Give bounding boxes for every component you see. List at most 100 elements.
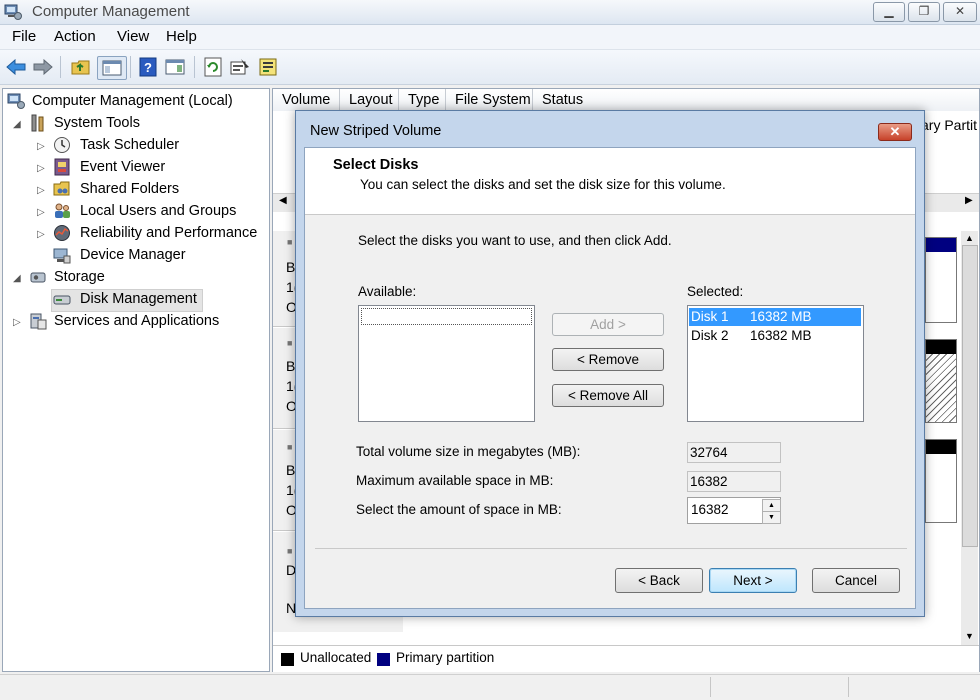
scroll-right-icon[interactable]: ▶ [965,195,973,206]
forward-button[interactable] [32,56,54,78]
console-tree: Computer Management (Local) ◢ System Too… [2,88,270,672]
scroll-thumb[interactable] [962,245,978,547]
disk-name: Disk 1 [691,309,729,324]
computer-management-icon [4,4,22,20]
collapsed-arrow-icon[interactable]: ▷ [37,185,45,196]
device-manager-icon [53,248,71,264]
disk-size: 16382 MB [750,328,812,343]
action-pane-icon [165,59,185,75]
wizard-page-title: Select Disks [333,157,419,173]
back-button[interactable] [5,56,27,78]
show-hide-console-tree-button[interactable] [97,56,127,80]
export-list-button[interactable] [258,56,280,78]
scroll-up-icon[interactable]: ▲ [965,233,974,243]
remove-button[interactable]: < Remove [552,348,664,371]
tree-item-label: Services and Applications [54,313,220,329]
spin-down-button[interactable]: ▼ [762,511,781,524]
close-window-button[interactable]: ✕ [943,2,977,22]
disk-info-cell[interactable]: ■ B 1( O [273,430,298,531]
dialog-close-button[interactable]: ✕ [878,123,912,141]
help-button[interactable]: ? [137,56,159,78]
status-bar [0,674,980,700]
collapsed-arrow-icon[interactable]: ▷ [13,317,21,328]
cancel-button[interactable]: Cancel [812,568,900,593]
up-one-level-button[interactable] [70,56,92,78]
show-action-pane-button[interactable] [164,56,186,78]
remove-all-button[interactable]: < Remove All [552,384,664,407]
amount-space-input[interactable]: 16382 [691,502,729,517]
toolbar: ? [0,50,980,85]
status-divider [710,677,711,697]
window-title: Computer Management [32,3,190,20]
disk-label: B [286,259,296,275]
title-bar: Computer Management ▁ ❐ ✕ [0,0,980,25]
collapsed-arrow-icon[interactable]: ▷ [37,163,45,174]
refresh-icon [204,57,222,77]
total-size-label: Total volume size in megabytes (MB): [356,444,581,459]
instruction-text: Select the disks you want to use, and th… [358,233,672,248]
legend-primary-partition: Primary partition [396,650,495,665]
next-button[interactable]: Next > [709,568,797,593]
legend-unallocated: Unallocated [300,650,372,665]
refresh-button[interactable] [202,56,224,78]
max-space-value: 16382 [687,471,781,492]
list-focus-rect [361,308,532,325]
tree-item-label: Local Users and Groups [80,203,237,219]
column-header-type[interactable]: Type [399,89,446,111]
tools-icon [31,114,44,132]
spin-up-icon: ▲ [768,502,775,509]
column-header-status[interactable]: Status [533,89,979,111]
disk-info-cell[interactable]: ■ B 1( O [273,328,298,429]
amount-space-label: Select the amount of space in MB: [356,502,562,517]
storage-icon [30,272,46,283]
scroll-down-icon[interactable]: ▼ [965,631,974,641]
close-icon: ✕ [889,124,901,139]
help-icon: ? [139,57,157,77]
tree-item-label: Device Manager [80,247,186,263]
column-header-file-system[interactable]: File System [446,89,533,111]
menu-file[interactable]: File [12,28,36,45]
menu-action[interactable]: Action [54,28,96,45]
minimize-button[interactable]: ▁ [873,2,905,22]
scroll-left-icon[interactable]: ◀ [279,195,287,206]
disk-size: 16382 MB [750,309,812,324]
tree-item-label: Event Viewer [80,159,166,175]
wizard-page-subtitle: You can select the disks and set the dis… [360,177,726,192]
expanded-arrow-icon[interactable]: ◢ [13,273,21,284]
column-header-layout[interactable]: Layout [340,89,399,111]
back-button[interactable]: < Back [615,568,703,593]
collapsed-arrow-icon[interactable]: ▷ [37,207,45,218]
users-icon [55,203,70,218]
menu-help[interactable]: Help [166,28,197,45]
computer-management-icon [7,93,25,109]
list-item[interactable]: Disk 2 16382 MB [689,327,861,345]
partition-block[interactable] [925,237,957,323]
amount-space-spinner[interactable]: 16382 ▲ ▼ [687,497,781,524]
collapsed-arrow-icon[interactable]: ▷ [37,141,45,152]
dialog-body: Select Disks You can select the disks an… [304,147,916,609]
restore-icon: ❐ [918,4,930,18]
maximize-button[interactable]: ❐ [908,2,940,22]
performance-icon [54,225,70,241]
disk-info-cell[interactable]: ■ B 1( O [273,231,298,327]
collapsed-arrow-icon[interactable]: ▷ [37,229,45,240]
properties-button[interactable] [229,56,251,78]
shared-folder-icon [53,181,70,196]
partition-block[interactable] [925,439,957,523]
expanded-arrow-icon[interactable]: ◢ [13,119,21,130]
partition-status-text: ary Partit [921,117,978,133]
primary-partition-swatch [377,653,390,666]
disk-icon: ■ [287,546,293,556]
vertical-scrollbar[interactable]: ▲ ▼ [961,231,978,645]
partition-block[interactable] [925,339,957,423]
available-disks-list[interactable] [358,305,535,422]
add-button[interactable]: Add > [552,313,664,336]
selected-disks-list[interactable]: Disk 1 16382 MB Disk 2 16382 MB [687,305,864,422]
column-header-volume[interactable]: Volume [273,89,340,111]
selected-label: Selected: [687,284,744,299]
list-item-selected[interactable]: Disk 1 16382 MB [689,308,861,326]
tree-item-label: Shared Folders [80,181,180,197]
close-icon: ✕ [954,4,966,18]
toolbar-separator [194,56,195,78]
menu-view[interactable]: View [117,28,149,45]
